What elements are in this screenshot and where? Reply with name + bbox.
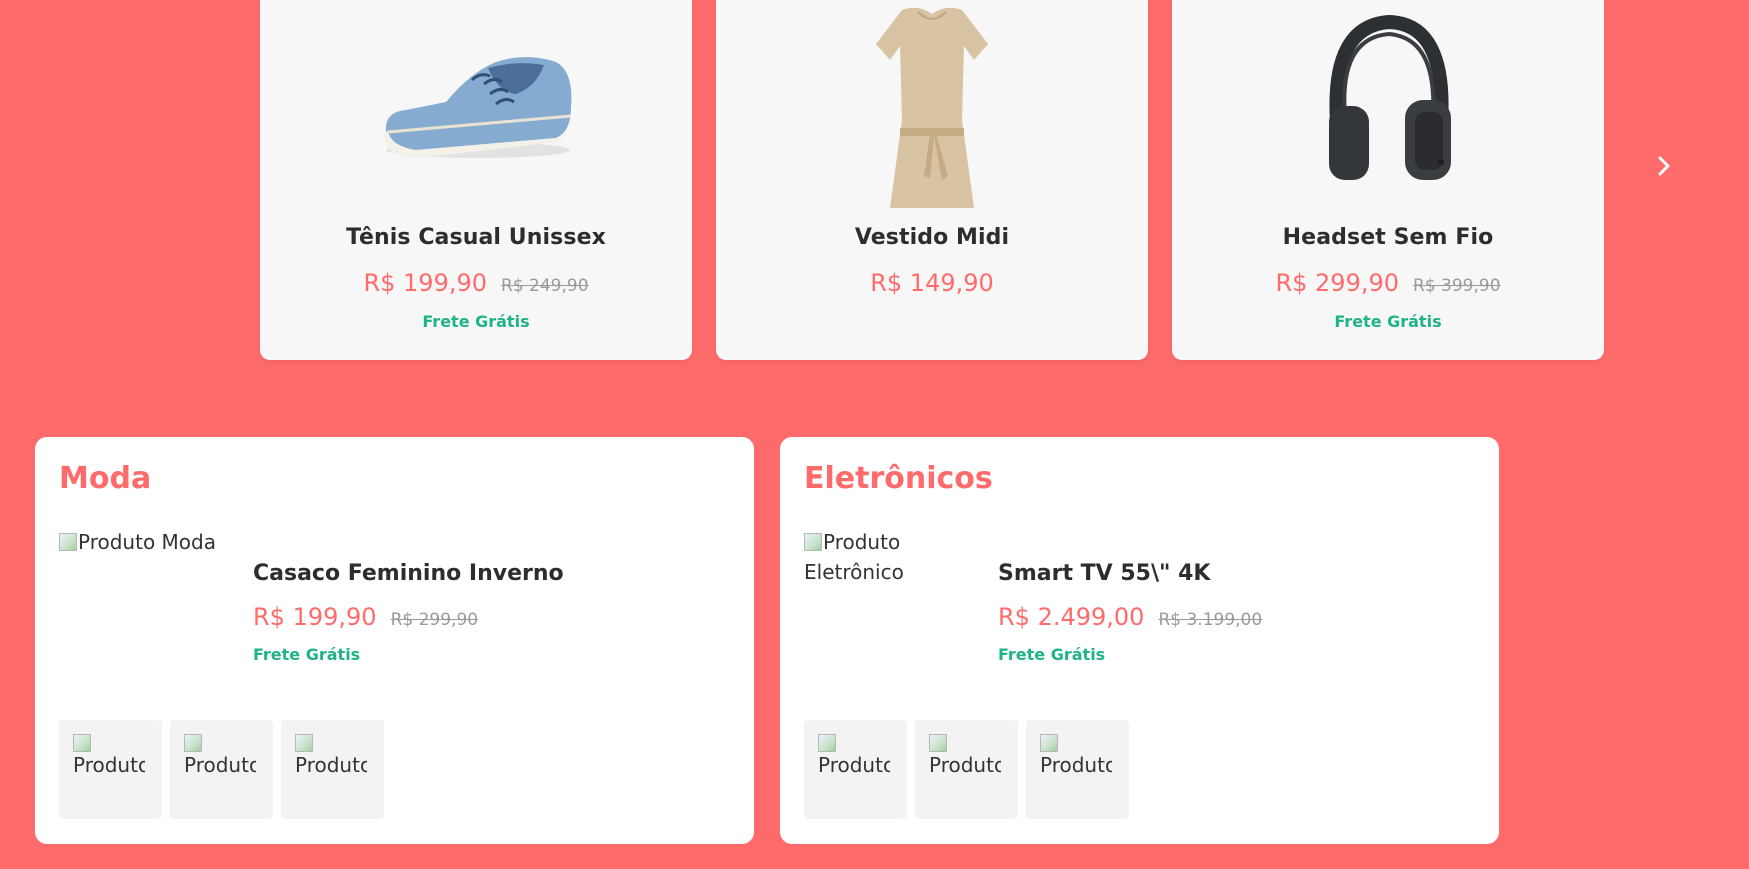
product-name[interactable]: Vestido Midi: [716, 225, 1148, 250]
chevron-right-icon: [1658, 156, 1670, 176]
free-shipping-label: Frete Grátis: [253, 645, 361, 664]
thumbnail-alt-text: Produto: [295, 753, 367, 777]
product-old-price: R$ 399,90: [1413, 276, 1501, 296]
sneaker-icon: [384, 57, 572, 158]
broken-image-icon: [929, 734, 947, 752]
product-image-headset: [1172, 0, 1604, 212]
thumbnail-alt-text: Produto: [73, 753, 145, 777]
product-old-price: R$ 3.199,00: [1158, 610, 1263, 630]
free-shipping-label: Frete Grátis: [422, 312, 530, 331]
product-price: R$ 149,90: [870, 269, 994, 297]
product-thumbnail[interactable]: Produto: [170, 720, 273, 819]
thumbnail-alt-text: Produto: [818, 753, 890, 777]
product-price: R$ 299,90: [1275, 269, 1400, 297]
featured-product-prices: R$ 2.499,00 R$ 3.199,00: [998, 603, 1262, 631]
featured-product-image[interactable]: Produto Moda: [59, 527, 229, 677]
thumbnail-alt-text: Produto: [929, 753, 1001, 777]
product-prices: R$ 299,90 R$ 399,90: [1172, 269, 1604, 297]
dress-icon: [876, 7, 988, 208]
product-image-dress: [716, 0, 1148, 212]
product-old-price: R$ 249,90: [501, 276, 589, 296]
product-card-headset[interactable]: Headset Sem Fio R$ 299,90 R$ 399,90 Frete…: [1172, 0, 1604, 360]
thumbnail-alt-text: Produto: [184, 753, 256, 777]
product-thumbnail[interactable]: Produto: [1026, 720, 1129, 819]
category-title: Eletrônicos: [804, 461, 993, 496]
product-thumbnail[interactable]: Produto: [281, 720, 384, 819]
product-thumbnail[interactable]: Produto: [915, 720, 1018, 819]
category-panel-moda: Moda Produto Moda Casaco Feminino Invern…: [35, 437, 754, 844]
product-prices: R$ 199,90 R$ 249,90: [260, 269, 692, 297]
featured-product-prices: R$ 199,90 R$ 299,90: [253, 603, 478, 631]
product-price: R$ 199,90: [253, 603, 377, 631]
broken-image-icon: [184, 734, 202, 752]
product-card-sneaker[interactable]: Tênis Casual Unissex R$ 199,90 R$ 249,90 …: [260, 0, 692, 360]
product-name[interactable]: Headset Sem Fio: [1172, 225, 1604, 250]
thumbnail-alt-text: Produto: [1040, 753, 1112, 777]
featured-product-name[interactable]: Casaco Feminino Inverno: [253, 561, 564, 586]
product-thumbnail[interactable]: Produto: [59, 720, 162, 819]
image-alt-text: Produto Moda: [78, 530, 216, 554]
featured-product-name[interactable]: Smart TV 55\" 4K: [998, 561, 1210, 586]
broken-image-icon: [59, 533, 77, 551]
broken-image-icon: [73, 734, 91, 752]
broken-image-icon: [1040, 734, 1058, 752]
product-thumbnail[interactable]: Produto: [804, 720, 907, 819]
product-price: R$ 199,90: [363, 269, 488, 297]
headphones-icon: [1329, 14, 1451, 180]
product-card-dress[interactable]: Vestido Midi R$ 149,90: [716, 0, 1148, 360]
product-price: R$ 2.499,00: [998, 603, 1145, 631]
carousel-next-button[interactable]: [1652, 152, 1676, 180]
broken-image-icon: [818, 734, 836, 752]
product-prices: R$ 149,90: [716, 269, 1148, 297]
category-title: Moda: [59, 461, 152, 496]
product-image-sneaker: [260, 0, 692, 212]
category-panel-eletronicos: Eletrônicos Produto Eletrônico Smart TV …: [780, 437, 1499, 844]
thumbnail-list: Produto Produto Produto: [59, 720, 384, 819]
broken-image-icon: [804, 533, 822, 551]
featured-product-image[interactable]: Produto Eletrônico: [804, 527, 974, 677]
free-shipping-label: Frete Grátis: [998, 645, 1106, 664]
thumbnail-list: Produto Produto Produto: [804, 720, 1129, 819]
product-old-price: R$ 299,90: [390, 610, 479, 630]
broken-image-icon: [295, 734, 313, 752]
product-name[interactable]: Tênis Casual Unissex: [260, 225, 692, 250]
free-shipping-label: Frete Grátis: [1334, 312, 1442, 331]
